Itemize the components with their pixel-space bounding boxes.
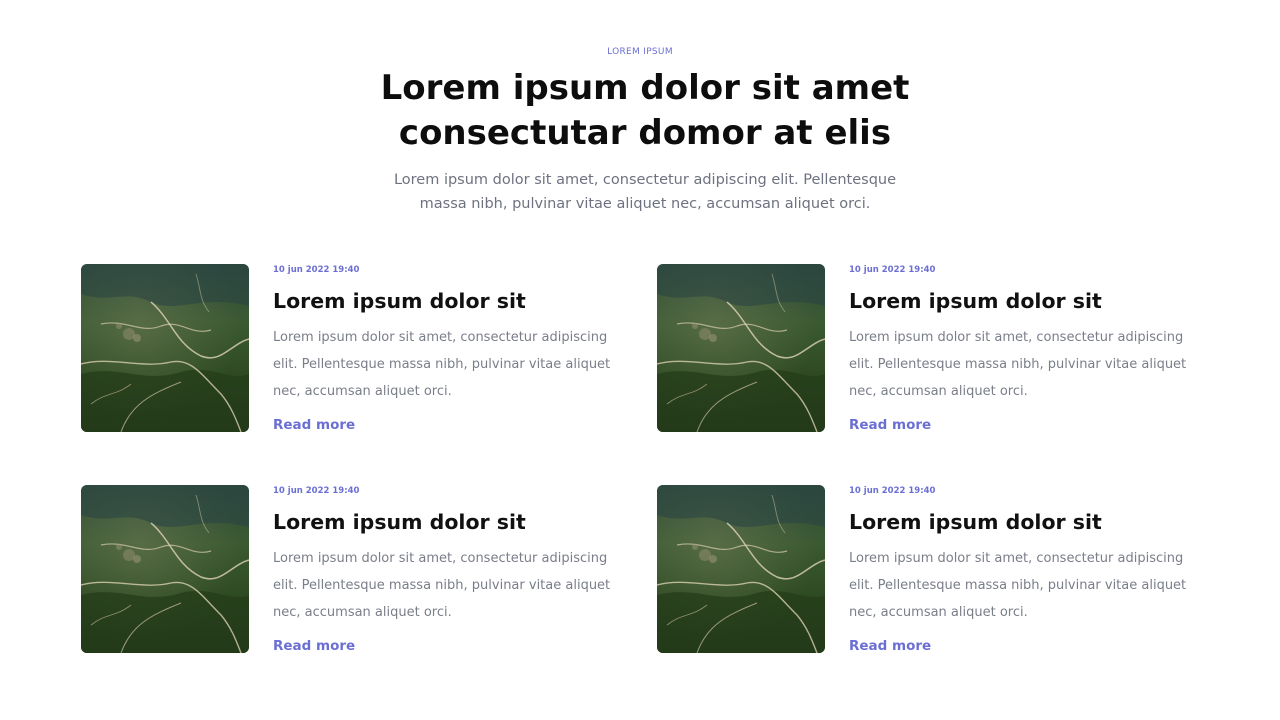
section-subtitle: Lorem ipsum dolor sit amet, consectetur … xyxy=(393,172,897,212)
post-date: 10 jun 2022 19:40 xyxy=(273,265,360,275)
post-date: 10 jun 2022 19:40 xyxy=(849,486,936,496)
post-title[interactable]: Lorem ipsum dolor sit xyxy=(273,287,526,315)
blog-post-card: 10 jun 2022 19:40 Lorem ipsum dolor sit … xyxy=(657,264,1217,434)
post-thumbnail-image[interactable] xyxy=(657,264,825,432)
post-excerpt: Lorem ipsum dolor sit amet, consectetur … xyxy=(849,330,1187,399)
post-date: 10 jun 2022 19:40 xyxy=(849,265,936,275)
read-more-link[interactable]: Read more xyxy=(849,637,931,655)
read-more-link[interactable]: Read more xyxy=(849,416,931,434)
blog-post-card: 10 jun 2022 19:40 Lorem ipsum dolor sit … xyxy=(81,485,641,655)
section-title: Lorem ipsum dolor sit amet consectutar d… xyxy=(290,66,1000,156)
section-title-line-1: Lorem ipsum dolor sit amet xyxy=(380,68,910,108)
post-title[interactable]: Lorem ipsum dolor sit xyxy=(273,508,526,536)
blog-post-card: 10 jun 2022 19:40 Lorem ipsum dolor sit … xyxy=(81,264,641,434)
section-title-line-2: consectutar domor at elis xyxy=(398,113,892,153)
post-excerpt: Lorem ipsum dolor sit amet, consectetur … xyxy=(849,551,1187,620)
read-more-link[interactable]: Read more xyxy=(273,637,355,655)
post-thumbnail-image[interactable] xyxy=(81,485,249,653)
post-title[interactable]: Lorem ipsum dolor sit xyxy=(849,287,1102,315)
post-title[interactable]: Lorem ipsum dolor sit xyxy=(849,508,1102,536)
section-eyebrow: LOREM IPSUM xyxy=(607,47,673,57)
post-thumbnail-image[interactable] xyxy=(657,485,825,653)
read-more-link[interactable]: Read more xyxy=(273,416,355,434)
post-excerpt: Lorem ipsum dolor sit amet, consectetur … xyxy=(273,551,611,620)
post-excerpt: Lorem ipsum dolor sit amet, consectetur … xyxy=(273,330,611,399)
post-thumbnail-image[interactable] xyxy=(81,264,249,432)
blog-post-card: 10 jun 2022 19:40 Lorem ipsum dolor sit … xyxy=(657,485,1217,655)
post-date: 10 jun 2022 19:40 xyxy=(273,486,360,496)
